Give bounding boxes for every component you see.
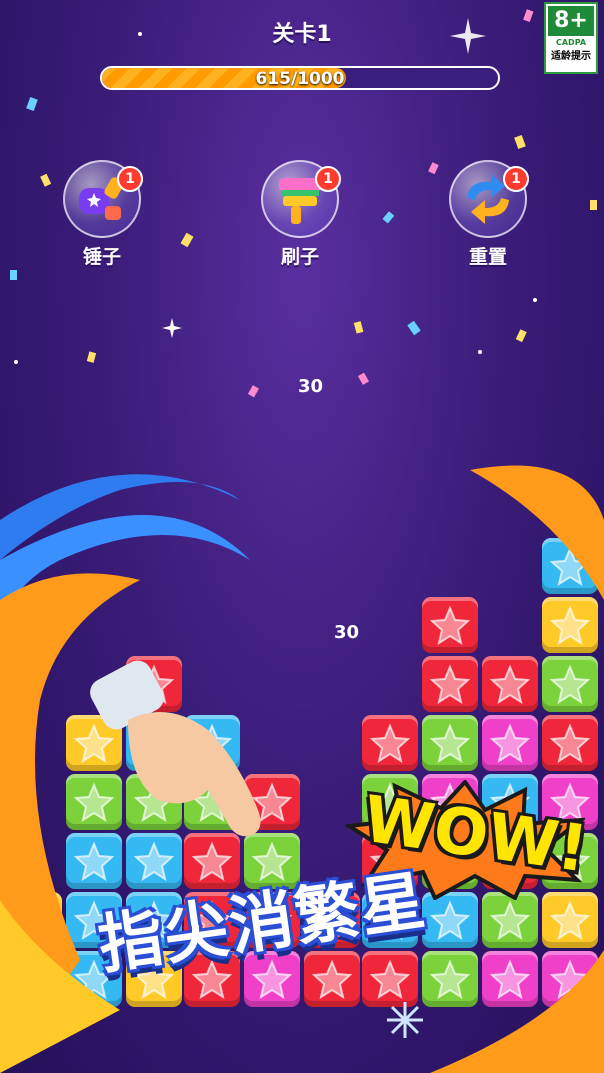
- star-block-red[interactable]: [422, 656, 478, 712]
- star-block-green[interactable]: [126, 774, 182, 830]
- star-block-red[interactable]: [304, 951, 360, 1007]
- age-rating-org: CADPA: [555, 38, 587, 47]
- star-block-red[interactable]: [362, 715, 418, 771]
- star-icon: [312, 959, 352, 999]
- star-icon: [74, 723, 114, 763]
- star-icon: [370, 959, 410, 999]
- star-block-blue[interactable]: [542, 538, 598, 594]
- star-icon: [134, 723, 174, 763]
- star-icon: [134, 841, 174, 881]
- star-icon: [14, 959, 54, 999]
- star-block-blue[interactable]: [184, 715, 240, 771]
- star-icon: [550, 959, 590, 999]
- star-icon: [252, 782, 292, 822]
- score-progress-bar: 615/1000: [100, 66, 500, 90]
- star-icon: [192, 841, 232, 881]
- star-icon: [490, 664, 530, 704]
- star-icon: [430, 605, 470, 645]
- star-icon: [430, 723, 470, 763]
- star-icon: [134, 664, 174, 704]
- star-block-green[interactable]: [66, 774, 122, 830]
- hammer-tool-button[interactable]: 1 锤子: [62, 160, 143, 269]
- brush-tool-label: 刷子: [280, 246, 319, 268]
- star-icon: [430, 959, 470, 999]
- score-popup: 30: [298, 376, 324, 397]
- star-block-yellow[interactable]: [542, 597, 598, 653]
- level-title: 关卡1: [272, 22, 332, 47]
- hammer-count-badge: 1: [117, 166, 143, 192]
- star-block-yellow[interactable]: [6, 892, 62, 948]
- star-block-red[interactable]: [126, 656, 182, 712]
- star-block-blue[interactable]: [126, 715, 182, 771]
- star-icon: [490, 723, 530, 763]
- hammer-tool-label: 锤子: [82, 246, 121, 268]
- star-block-blue[interactable]: [126, 833, 182, 889]
- star-icon: [550, 723, 590, 763]
- hammer-tool-bubble: 1: [63, 160, 143, 238]
- star-icon: [550, 605, 590, 645]
- progress-text: 615/1000: [102, 69, 498, 89]
- brush-tool-button[interactable]: 1 刷子: [260, 160, 341, 269]
- star-icon: [550, 546, 590, 586]
- star-icon: [370, 723, 410, 763]
- star-block-green[interactable]: [422, 715, 478, 771]
- star-block-green[interactable]: [422, 951, 478, 1007]
- reset-count-badge: 1: [503, 166, 529, 192]
- star-icon: [14, 900, 54, 940]
- star-block-yellow[interactable]: [66, 715, 122, 771]
- star-block-pink[interactable]: [6, 951, 62, 1007]
- star-icon: [192, 782, 232, 822]
- reset-tool-label: 重置: [468, 246, 507, 268]
- score-popup: 30: [334, 622, 360, 643]
- brush-tool-bubble: 1: [261, 160, 341, 238]
- star-icon: [550, 664, 590, 704]
- age-rating-number: 8+: [548, 6, 594, 36]
- star-block-pink[interactable]: [542, 951, 598, 1007]
- reset-tool-bubble: 1: [449, 160, 529, 238]
- star-icon: [74, 782, 114, 822]
- score-current: 615: [255, 69, 291, 89]
- star-block-red[interactable]: [422, 597, 478, 653]
- star-block-pink[interactable]: [482, 951, 538, 1007]
- star-block-red[interactable]: [542, 715, 598, 771]
- star-block-red[interactable]: [244, 774, 300, 830]
- reset-tool-button[interactable]: 1 重置: [448, 160, 529, 269]
- age-rating-tip: 适龄提示: [551, 51, 591, 62]
- star-icon: [192, 723, 232, 763]
- star-block-green[interactable]: [184, 774, 240, 830]
- star-icon: [74, 841, 114, 881]
- game-stage: 关卡1 615/1000 8+ CADPA 适龄提示 1 锤子 1 刷子 1 重…: [0, 0, 604, 1073]
- score-target: /1000: [290, 69, 345, 89]
- star-icon: [134, 782, 174, 822]
- star-block-pink[interactable]: [482, 715, 538, 771]
- brush-count-badge: 1: [315, 166, 341, 192]
- star-icon: [430, 664, 470, 704]
- age-rating-badge: 8+ CADPA 适龄提示: [544, 2, 598, 74]
- star-block-blue[interactable]: [66, 833, 122, 889]
- star-block-green[interactable]: [542, 656, 598, 712]
- star-icon: [252, 959, 292, 999]
- star-block-red[interactable]: [482, 656, 538, 712]
- star-icon: [490, 959, 530, 999]
- star-block-red[interactable]: [362, 951, 418, 1007]
